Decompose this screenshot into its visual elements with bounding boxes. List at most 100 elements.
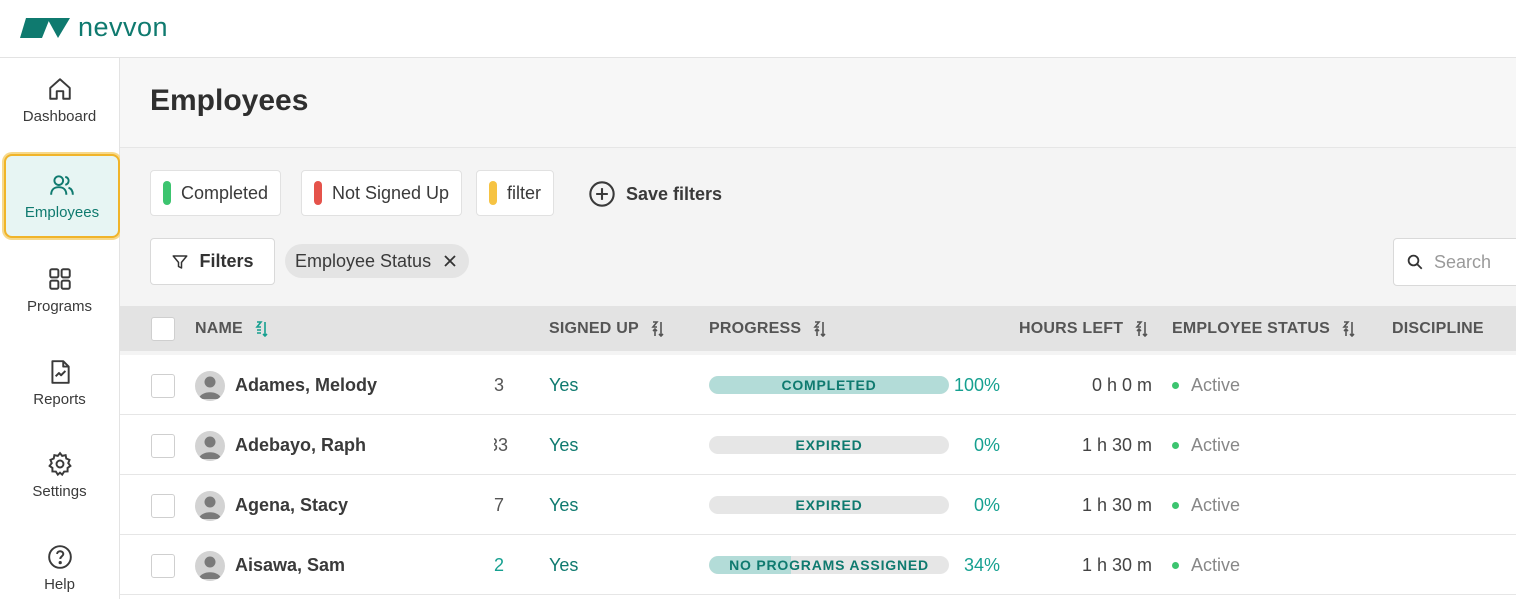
sort-icon[interactable] — [813, 320, 827, 337]
employee-name[interactable]: Agena, Stacy — [235, 475, 348, 535]
filters-button[interactable]: Filters — [150, 238, 275, 285]
hours-left-value: 1 h 30 m — [1081, 554, 1152, 575]
saved-filter-label: filter — [507, 182, 542, 203]
brand-logo[interactable]: nevvon — [20, 12, 168, 43]
signed-up-value: Yes — [549, 554, 579, 575]
employee-status: Active — [1172, 355, 1240, 415]
employee-status: Active — [1172, 535, 1240, 595]
sidebar-item-label: Dashboard — [22, 107, 97, 125]
status-label: Active — [1191, 494, 1241, 515]
saved-filter-label: Not Signed Up — [332, 182, 450, 203]
column-header-hours-left[interactable]: HOURS LEFT — [1019, 306, 1149, 351]
status-label: Active — [1191, 374, 1241, 395]
sort-ascending-icon[interactable] — [255, 320, 269, 337]
page-title: Employees — [150, 84, 309, 117]
table-row[interactable]: Adames, Melody 3 Yes COMPLETED 100% 0 h … — [120, 355, 1516, 415]
grid-icon — [48, 267, 71, 290]
column-header-signed-up[interactable]: SIGNED UP — [549, 306, 665, 351]
nevvon-logo-icon — [20, 17, 70, 38]
status-dot — [1172, 501, 1179, 509]
saved-filter-completed[interactable]: Completed — [150, 170, 282, 216]
employee-name[interactable]: Adames, Melody — [235, 355, 377, 415]
save-filters-label: Save filters — [626, 183, 723, 204]
progress-percent: 34% — [963, 554, 1000, 575]
employee-name[interactable]: Adebayo, Raph — [235, 415, 366, 475]
column-header-name[interactable]: NAME — [195, 306, 269, 351]
sidebar-item-employees[interactable]: Employees — [4, 154, 120, 238]
title-area: Employees — [120, 58, 1516, 148]
progress-bar: COMPLETED — [709, 376, 949, 394]
column-header-progress[interactable]: PROGRESS — [709, 306, 827, 351]
progress-label: COMPLETED — [781, 377, 877, 393]
row-checkbox[interactable] — [151, 554, 175, 578]
sidebar-item-label: Programs — [26, 297, 93, 315]
plus-circle-icon — [589, 181, 615, 207]
report-icon — [50, 359, 70, 384]
sidebar-item-label: Reports — [33, 390, 86, 408]
signed-up-value: Yes — [549, 434, 579, 455]
truncated-cell: 3 — [494, 374, 505, 395]
funnel-icon — [172, 254, 188, 269]
truncated-cell: 33 — [494, 434, 508, 455]
gear-icon — [47, 451, 72, 476]
main-content: Employees Completed Not Signed Up filter… — [120, 58, 1516, 599]
status-dot — [1172, 381, 1179, 389]
table-row[interactable]: Adebayo, Raph 33 Yes EXPIRED 0% 1 h 30 m… — [120, 415, 1516, 475]
employee-status: Active — [1172, 415, 1240, 475]
progress-percent: 100% — [953, 374, 1000, 395]
saved-filter-not-signed-up[interactable]: Not Signed Up — [301, 170, 463, 216]
sort-icon[interactable] — [651, 320, 665, 337]
column-header-label: DISCIPLINE — [1392, 319, 1484, 337]
avatar — [195, 551, 225, 581]
sidebar-item-label: Employees — [24, 203, 100, 221]
employee-name[interactable]: Aisawa, Sam — [235, 535, 345, 595]
active-filter-tag: Employee Status — [285, 244, 470, 278]
column-header-employee-status[interactable]: EMPLOYEE STATUS — [1172, 306, 1356, 351]
table-row[interactable]: Aisawa, Sam 2 Yes NO PROGRAMS ASSIGNED 3… — [120, 535, 1516, 595]
top-bar: nevvon — [0, 0, 1516, 58]
active-filter-label: Employee Status — [295, 250, 432, 271]
table-row[interactable]: Agena, Stacy 7 Yes EXPIRED 0% 1 h 30 m A… — [120, 475, 1516, 535]
filter-color-indicator — [489, 181, 497, 205]
progress-percent: 0% — [973, 434, 1000, 455]
save-filters-button[interactable]: Save filters — [588, 178, 722, 210]
search-input[interactable]: Search — [1393, 238, 1516, 286]
signed-up-value: Yes — [549, 494, 579, 515]
sidebar-item-programs[interactable]: Programs — [0, 248, 119, 332]
select-all-checkbox[interactable] — [151, 317, 175, 341]
column-header-label: NAME — [195, 319, 243, 337]
filter-color-indicator — [314, 181, 322, 205]
home-icon — [48, 77, 71, 100]
column-header-label: SIGNED UP — [549, 319, 639, 337]
progress-label: EXPIRED — [795, 437, 863, 453]
column-header-discipline[interactable]: DISCIPLINE — [1392, 306, 1484, 351]
row-checkbox[interactable] — [151, 434, 175, 458]
sidebar-item-help[interactable]: Help — [0, 526, 119, 599]
sort-icon[interactable] — [1342, 320, 1356, 337]
brand-name: nevvon — [78, 12, 169, 42]
status-dot — [1172, 441, 1179, 449]
search-placeholder: Search — [1434, 251, 1492, 272]
filters-label: Filters — [199, 251, 254, 271]
saved-filter-filter[interactable]: filter — [476, 170, 555, 216]
filter-color-indicator — [163, 181, 171, 205]
users-icon — [50, 174, 74, 195]
search-icon — [1407, 254, 1423, 270]
hours-left-value: 0 h 0 m — [1091, 374, 1152, 395]
close-icon[interactable] — [443, 254, 457, 268]
table-body: Adames, Melody 3 Yes COMPLETED 100% 0 h … — [120, 355, 1516, 599]
table-header: NAME SIGNED UP PROGRESS HOURS LEFT EMPLO… — [120, 306, 1516, 351]
column-header-label: HOURS LEFT — [1019, 319, 1124, 337]
sidebar-item-label: Help — [44, 575, 75, 593]
sidebar-item-settings[interactable]: Settings — [0, 433, 119, 517]
sidebar-item-reports[interactable]: Reports — [0, 341, 119, 425]
truncated-cell: 7 — [494, 494, 505, 515]
column-header-label: EMPLOYEE STATUS — [1172, 319, 1330, 337]
sidebar-item-dashboard[interactable]: Dashboard — [0, 58, 119, 142]
row-checkbox[interactable] — [151, 494, 175, 518]
sidebar-item-label: Settings — [32, 482, 87, 500]
row-checkbox[interactable] — [151, 374, 175, 398]
sort-icon[interactable] — [1135, 320, 1149, 337]
progress-percent: 0% — [973, 494, 1000, 515]
progress-bar: EXPIRED — [709, 496, 949, 514]
